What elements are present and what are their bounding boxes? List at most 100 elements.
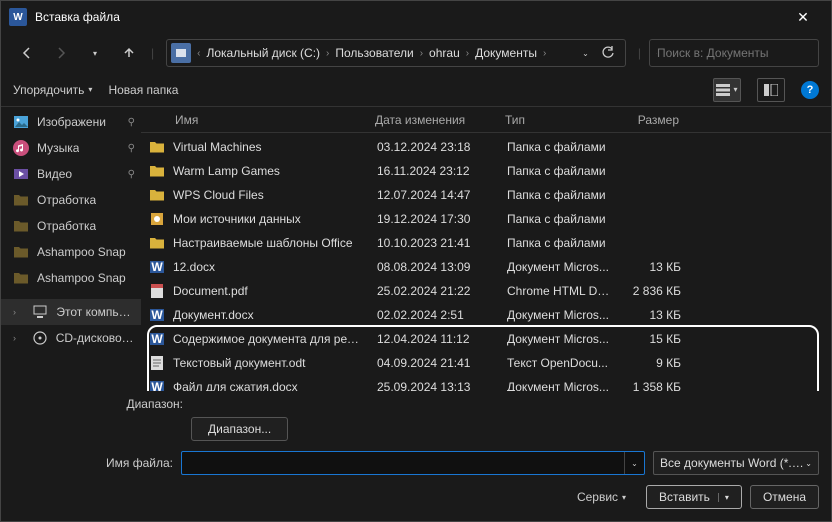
file-dialog: W Вставка файла ✕ ▾ | ‹ Локальный диск (… [0, 0, 832, 522]
back-button[interactable] [13, 39, 41, 67]
sidebar-item[interactable]: Ashampoo Snap [1, 265, 141, 291]
sidebar-label: Этот компьюте [56, 305, 135, 319]
file-rows: Virtual Machines03.12.2024 23:18Папка с … [141, 133, 831, 391]
svg-text:W: W [151, 332, 163, 346]
sidebar-item[interactable]: Ashampoo Snap [1, 239, 141, 265]
column-name[interactable]: Имя [167, 113, 367, 127]
forward-button[interactable] [47, 39, 75, 67]
svg-text:W: W [151, 260, 163, 274]
breadcrumb-item[interactable]: Документы [471, 46, 541, 60]
file-row[interactable]: Текстовый документ.odt04.09.2024 21:41Те… [141, 351, 831, 375]
cancel-button[interactable]: Отмена [750, 485, 819, 509]
file-row[interactable]: Warm Lamp Games16.11.2024 23:12Папка с ф… [141, 159, 831, 183]
buttons-row: Сервис▾ Вставить▾ Отмена [13, 485, 819, 509]
file-name: Файл для сжатия.docx [169, 380, 369, 391]
sidebar-item[interactable]: Видео ⚲ [1, 161, 141, 187]
file-row[interactable]: Настраиваемые шаблоны Office10.10.2023 2… [141, 231, 831, 255]
pin-icon: ⚲ [128, 117, 135, 128]
insert-button[interactable]: Вставить▾ [646, 485, 742, 509]
sidebar-item[interactable]: ›Этот компьюте [1, 299, 141, 325]
search-box[interactable] [649, 39, 819, 67]
breadcrumb-item[interactable]: ohrau [425, 46, 464, 60]
file-name: Документ.docx [169, 308, 369, 322]
range-row: Диапазон: [13, 397, 819, 411]
sidebar: Изображени⚲Музыка⚲ Видео ⚲ ОтработкаОтработ… [1, 107, 141, 391]
sidebar-label: Видео [37, 167, 72, 181]
file-row[interactable]: W Содержимое документа для редактиро...12… [141, 327, 831, 351]
file-name: Содержимое документа для редактиро... [169, 332, 369, 346]
chevron-icon: › [464, 48, 471, 59]
help-button[interactable]: ? [801, 81, 819, 99]
file-name: Document.pdf [169, 284, 369, 298]
sidebar-label: Ashampoo Snap [37, 271, 126, 285]
column-date[interactable]: Дата изменения [367, 113, 497, 127]
nav-separator: | [151, 46, 154, 60]
file-name: Мои источники данных [169, 212, 369, 226]
file-type: Документ Micros... [499, 380, 619, 391]
sidebar-item[interactable]: Музыка⚲ [1, 135, 141, 161]
file-size: 1 358 КБ [619, 380, 689, 391]
breadcrumb[interactable]: ‹ Локальный диск (C:) › Пользователи › o… [166, 39, 626, 67]
file-row[interactable]: W Файл для сжатия.docx25.09.2024 13:13Док… [141, 375, 831, 391]
filename-input-wrap[interactable]: ⌄ [181, 451, 645, 475]
column-type[interactable]: Тип [497, 113, 617, 127]
breadcrumb-item[interactable]: Пользователи [331, 46, 417, 60]
titlebar: W Вставка файла ✕ [1, 1, 831, 33]
filename-dropdown[interactable]: ⌄ [624, 452, 644, 474]
file-row[interactable]: WДокумент.docx02.02.2024 2:51Документ Mi… [141, 303, 831, 327]
file-row[interactable]: Мои источники данных19.12.2024 17:30Папк… [141, 207, 831, 231]
tools-menu[interactable]: Сервис▾ [577, 490, 626, 504]
close-button[interactable]: ✕ [783, 3, 823, 31]
file-date: 12.04.2024 11:12 [369, 332, 499, 346]
recent-button[interactable]: ▾ [81, 39, 109, 67]
file-date: 02.02.2024 2:51 [369, 308, 499, 322]
column-size[interactable]: Размер [617, 113, 687, 127]
file-row[interactable]: Document.pdf25.02.2024 21:22Chrome HTML … [141, 279, 831, 303]
chevron-icon[interactable]: ‹ [195, 48, 202, 59]
file-size: 15 КБ [619, 332, 689, 346]
svg-text:W: W [151, 308, 163, 322]
file-type: Документ Micros... [499, 260, 619, 274]
file-date: 08.08.2024 13:09 [369, 260, 499, 274]
refresh-button[interactable] [601, 46, 615, 60]
sidebar-item[interactable]: Изображени⚲ [1, 109, 141, 135]
file-row[interactable]: W12.docx08.08.2024 13:09Документ Micros.… [141, 255, 831, 279]
file-date: 04.09.2024 21:41 [369, 356, 499, 370]
filename-row: Имя файла: ⌄ Все документы Word (*.docx;… [13, 451, 819, 475]
filename-input[interactable] [182, 456, 624, 470]
view-mode-list[interactable]: ▾ [713, 78, 741, 102]
sidebar-item[interactable]: ›CD-дисковод (D [1, 325, 141, 351]
file-row[interactable]: Virtual Machines03.12.2024 23:18Папка с … [141, 135, 831, 159]
content-area: Изображени⚲Музыка⚲ Видео ⚲ ОтработкаОтработ… [1, 107, 831, 391]
breadcrumb-dropdown[interactable]: ⌄ [582, 49, 589, 58]
file-date: 25.02.2024 21:22 [369, 284, 499, 298]
bottom-panel: Диапазон: Диапазон... Имя файла: ⌄ Все д… [1, 391, 831, 521]
file-row[interactable]: WPS Cloud Files12.07.2024 14:47Папка с ф… [141, 183, 831, 207]
preview-pane-button[interactable] [757, 78, 785, 102]
new-folder-button[interactable]: Новая папка [108, 83, 178, 97]
file-date: 25.09.2024 13:13 [369, 380, 499, 391]
breadcrumb-item[interactable]: Локальный диск (C:) [202, 46, 324, 60]
up-button[interactable] [115, 39, 143, 67]
organize-menu[interactable]: Упорядочить▾ [13, 83, 92, 97]
svg-text:W: W [151, 380, 163, 391]
pin-icon: ⚲ [128, 169, 135, 180]
sidebar-item[interactable]: Отработка [1, 213, 141, 239]
file-type-filter[interactable]: Все документы Word (*.docx;⌄ [653, 451, 819, 475]
file-type: Документ Micros... [499, 332, 619, 346]
nav-separator: | [638, 46, 641, 60]
file-date: 03.12.2024 23:18 [369, 140, 499, 154]
sidebar-item[interactable]: Отработка [1, 187, 141, 213]
file-size: 13 КБ [619, 308, 689, 322]
range-label: Диапазон: [123, 397, 183, 411]
file-type: Папка с файлами [499, 188, 619, 202]
sidebar-label: CD-дисковод (D [56, 331, 135, 345]
search-input[interactable] [657, 46, 812, 60]
file-date: 10.10.2023 21:41 [369, 236, 499, 250]
range-button[interactable]: Диапазон... [191, 417, 288, 441]
window-title: Вставка файла [35, 10, 783, 24]
file-date: 19.12.2024 17:30 [369, 212, 499, 226]
file-type: Текст OpenDocu... [499, 356, 619, 370]
nav-bar: ▾ | ‹ Локальный диск (C:) › Пользователи… [1, 33, 831, 73]
file-size: 9 КБ [619, 356, 689, 370]
